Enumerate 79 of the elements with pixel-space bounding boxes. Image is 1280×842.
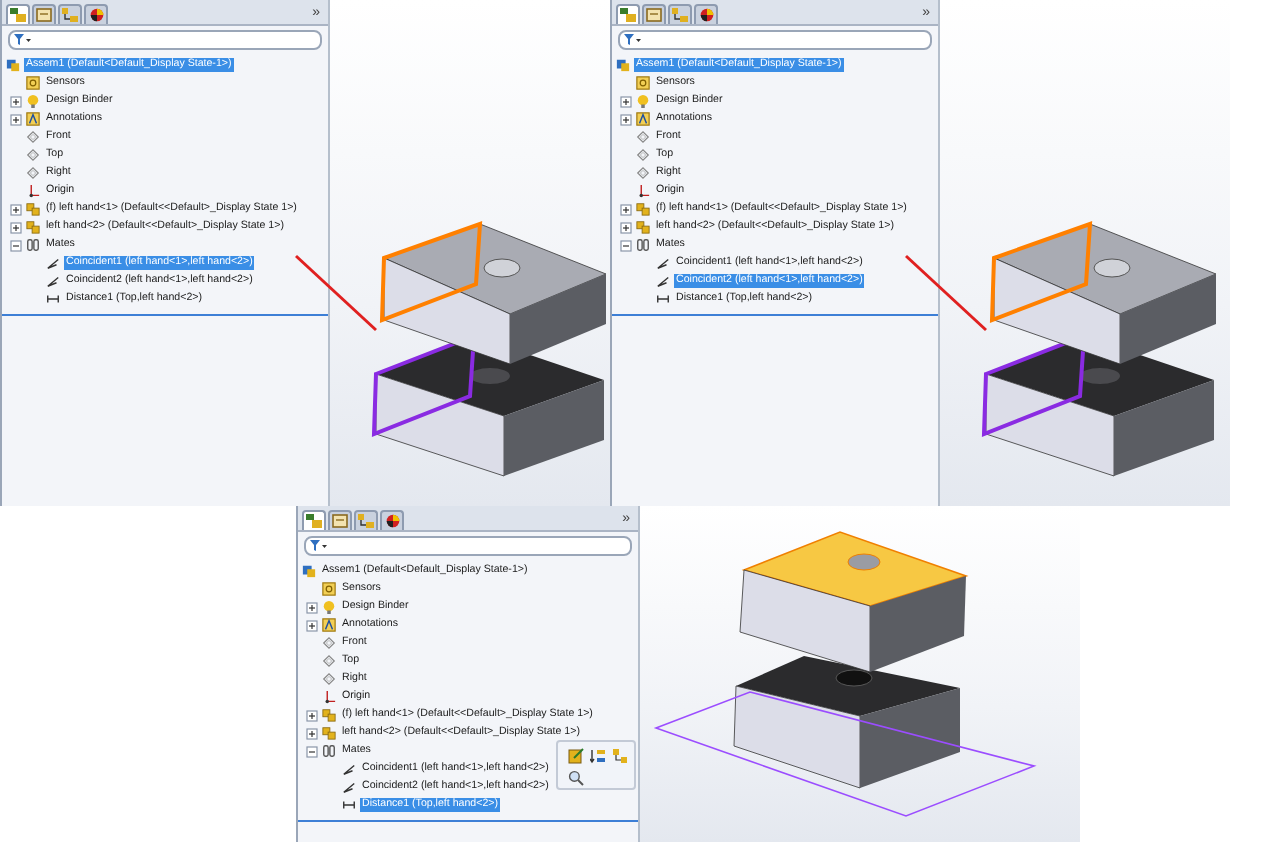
filter-icon: [624, 34, 642, 46]
property-sheet-icon: [646, 8, 662, 22]
paperclip-icon: [322, 744, 336, 758]
configuration-icon: [672, 8, 688, 22]
plane-icon: [26, 148, 40, 162]
panel-tab[interactable]: [694, 4, 718, 24]
binder-icon: [26, 94, 40, 108]
expand-toggle-icon[interactable]: [306, 619, 318, 631]
angle-lines-icon: [656, 274, 670, 288]
sensor-icon: [322, 582, 336, 596]
expand-toggle-icon[interactable]: [620, 95, 632, 107]
angle-lines-icon: [342, 780, 356, 794]
panel-tab[interactable]: [84, 4, 108, 24]
panel-tab[interactable]: [302, 510, 326, 530]
paperclip-icon: [636, 238, 650, 252]
filter-field[interactable]: [8, 30, 322, 50]
plane-icon: [26, 166, 40, 180]
filter-icon: [310, 540, 328, 552]
plane-icon: [322, 636, 336, 650]
feature-tree-icon: [306, 514, 322, 528]
panel-tab[interactable]: [6, 4, 30, 24]
annotation-icon: [26, 112, 40, 126]
sort-list-icon[interactable]: [588, 746, 608, 766]
plane-icon: [322, 654, 336, 668]
angle-lines-icon: [46, 256, 60, 270]
expand-toggle-icon[interactable]: [10, 221, 22, 233]
angle-lines-icon: [656, 256, 670, 270]
expand-toggle-icon[interactable]: [620, 221, 632, 233]
collapse-toggle-icon[interactable]: [620, 239, 632, 251]
assembly-icon: [6, 58, 20, 72]
collapse-toggle-icon[interactable]: [10, 239, 22, 251]
filter-field[interactable]: [618, 30, 932, 50]
filter-field[interactable]: [304, 536, 632, 556]
expand-toggle-icon[interactable]: [306, 709, 318, 721]
sensor-icon: [636, 76, 650, 90]
expand-toggle-icon[interactable]: [306, 601, 318, 613]
property-sheet-icon: [36, 8, 52, 22]
expand-toggle-icon[interactable]: [620, 203, 632, 215]
binder-icon: [322, 600, 336, 614]
filter-icon: [14, 34, 32, 46]
configuration-icon: [358, 514, 374, 528]
expand-toggle-icon[interactable]: [10, 95, 22, 107]
edit-feature-icon[interactable]: [566, 746, 586, 766]
parts-tree-icon[interactable]: [610, 746, 630, 766]
annotation-icon: [322, 618, 336, 632]
plane-icon: [322, 672, 336, 686]
origin-axes-icon: [322, 690, 336, 704]
property-sheet-icon: [332, 514, 348, 528]
appearance-ball-icon: [385, 514, 399, 528]
expand-toggle-icon[interactable]: [620, 113, 632, 125]
zoom-icon[interactable]: [566, 768, 586, 788]
distance-icon: [46, 292, 60, 306]
origin-axes-icon: [636, 184, 650, 198]
angle-lines-icon: [342, 762, 356, 776]
angle-lines-icon: [46, 274, 60, 288]
feature-tree-icon: [620, 8, 636, 22]
distance-icon: [342, 798, 356, 812]
configuration-icon: [62, 8, 78, 22]
paperclip-icon: [26, 238, 40, 252]
feature-tree-icon: [10, 8, 26, 22]
plane-icon: [26, 130, 40, 144]
origin-axes-icon: [26, 184, 40, 198]
panel-tab[interactable]: [380, 510, 404, 530]
assembly-icon: [616, 58, 630, 72]
expand-toggle-icon[interactable]: [10, 113, 22, 125]
plane-icon: [636, 166, 650, 180]
collapse-toggle-icon[interactable]: [306, 745, 318, 757]
plane-icon: [636, 130, 650, 144]
sensor-icon: [26, 76, 40, 90]
appearance-ball-icon: [699, 8, 713, 22]
panel-tab[interactable]: [616, 4, 640, 24]
distance-icon: [656, 292, 670, 306]
expand-toggle-icon[interactable]: [10, 203, 22, 215]
binder-icon: [636, 94, 650, 108]
expand-toggle-icon[interactable]: [306, 727, 318, 739]
appearance-ball-icon: [89, 8, 103, 22]
annotation-icon: [636, 112, 650, 126]
assembly-icon: [302, 564, 316, 578]
plane-icon: [636, 148, 650, 162]
